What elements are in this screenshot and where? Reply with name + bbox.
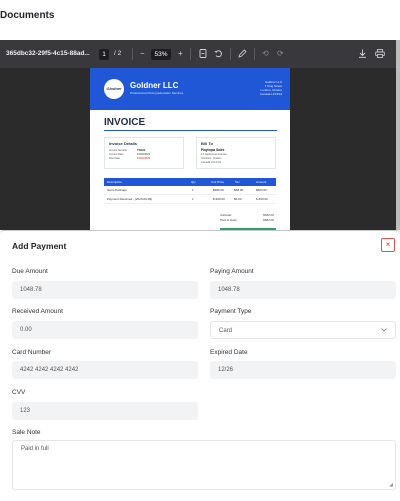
expired-date-label: Expired Date bbox=[210, 349, 248, 356]
download-icon[interactable] bbox=[358, 40, 367, 68]
page-number-input[interactable]: 1 bbox=[99, 49, 109, 60]
card-number-field[interactable]: 4242 4242 4242 4242 bbox=[12, 361, 198, 379]
table-cell: Payment Received - (2025-09-09) bbox=[107, 197, 153, 201]
sale-note-label: Sale Note bbox=[12, 429, 41, 436]
card-number-label: Card Number bbox=[12, 349, 52, 356]
toolbar-divider bbox=[254, 48, 255, 60]
bill-to-title: Bill To bbox=[201, 141, 213, 146]
column-header: Qty bbox=[191, 180, 196, 184]
table-row: Payment Received - (2025-09-09) 1 $-960.… bbox=[104, 195, 276, 204]
zoom-level[interactable]: 53% bbox=[151, 49, 171, 60]
column-header: Tax bbox=[235, 180, 240, 184]
invoice-totals: Subtotal: $580.00 Paid to Date: $580.00 bbox=[220, 213, 276, 223]
total-label: Subtotal: bbox=[220, 213, 232, 217]
chevron-down-icon bbox=[381, 322, 387, 340]
rotate-icon[interactable] bbox=[214, 40, 223, 68]
items-table-header: Description Qty Unit Price Tax Amount bbox=[104, 178, 276, 186]
column-header: Unit Price bbox=[211, 180, 225, 184]
invoice-header: Glodner Goldner LLC Professional Driving… bbox=[90, 68, 290, 110]
detail-label: Invoice Number bbox=[109, 149, 128, 152]
close-icon: × bbox=[385, 240, 391, 249]
resize-handle-icon[interactable]: ◢ bbox=[389, 482, 393, 488]
column-header: Description bbox=[107, 180, 123, 184]
zoom-in-button[interactable]: + bbox=[178, 40, 183, 68]
sale-note-text: Paid in full bbox=[21, 446, 49, 452]
paying-amount-label: Paying Amount bbox=[210, 268, 254, 275]
divider bbox=[104, 130, 277, 131]
modal-title: Add Payment bbox=[12, 241, 67, 251]
company-name: Goldner LLC bbox=[130, 81, 179, 90]
page-total: / 2 bbox=[114, 50, 122, 57]
table-cell: 1 bbox=[192, 197, 194, 201]
detail-value: 01/02/2025 bbox=[137, 157, 150, 160]
sale-note-textarea[interactable]: Paid in full ◢ bbox=[12, 440, 396, 490]
table-cell: $0.00 bbox=[234, 197, 242, 201]
table-cell: $980.00 bbox=[213, 188, 224, 192]
paying-amount-field[interactable]: 1048.78 bbox=[210, 281, 396, 299]
received-amount-field[interactable]: 0.00 bbox=[12, 321, 198, 339]
undo-icon[interactable]: ⟲ bbox=[262, 40, 269, 68]
detail-value: TSB#8 bbox=[137, 149, 146, 152]
company-address: Goldner LLC 7 King Street London, Ontari… bbox=[260, 80, 282, 96]
toolbar-divider bbox=[230, 48, 231, 60]
print-icon[interactable] bbox=[375, 40, 385, 68]
detail-value: 12/03/2024 bbox=[137, 153, 150, 156]
payment-type-label: Payment Type bbox=[210, 308, 252, 315]
due-amount-label: Due Amount bbox=[12, 268, 48, 275]
draw-icon[interactable] bbox=[238, 40, 248, 68]
table-cell: $68.00 bbox=[234, 188, 244, 192]
total-row: Paid to Date: $580.00 bbox=[220, 218, 276, 223]
toolbar-divider bbox=[132, 48, 133, 60]
column-header: Amount bbox=[256, 180, 267, 184]
total-label: Paid to Date: bbox=[220, 218, 238, 222]
invoice-details-box: Invoice Details Invoice Number TSB#8 Inv… bbox=[104, 137, 184, 169]
close-button[interactable]: × bbox=[381, 238, 395, 252]
pdf-viewer[interactable]: 365dbc32-29f5-4c15-88ad... 1 / 2 − 53% +… bbox=[0, 40, 400, 230]
due-amount-field[interactable]: 1048.78 bbox=[12, 281, 198, 299]
expired-date-field[interactable]: 12/26 bbox=[210, 361, 396, 379]
detail-label: Invoice Date bbox=[109, 153, 124, 156]
company-logo: Glodner bbox=[104, 79, 124, 99]
table-cell: Swim Package bbox=[107, 188, 127, 192]
table-cell: $600.00 bbox=[256, 188, 267, 192]
table-cell: 1 bbox=[192, 188, 194, 192]
detail-label: Due Date bbox=[109, 157, 120, 160]
payment-type-value: Card bbox=[219, 328, 233, 334]
company-tagline: Professional Driving Education Services bbox=[130, 91, 184, 95]
payment-type-select[interactable]: Card bbox=[210, 321, 396, 339]
add-payment-modal: Add Payment × Due Amount 1048.78 Paying … bbox=[0, 230, 400, 501]
fit-page-icon[interactable] bbox=[199, 40, 207, 68]
total-value: $580.00 bbox=[263, 218, 274, 222]
invoice-title: INVOICE bbox=[104, 117, 146, 128]
zoom-out-button[interactable]: − bbox=[140, 40, 145, 68]
cvv-field[interactable]: 123 bbox=[12, 402, 198, 420]
table-cell: $-600.00 bbox=[256, 197, 268, 201]
page-header: Documents bbox=[0, 0, 400, 40]
redo-icon[interactable]: ⟳ bbox=[277, 40, 284, 68]
viewer-scrollbar[interactable] bbox=[396, 40, 400, 230]
toolbar-divider bbox=[190, 48, 191, 60]
table-row: Swim Package 1 $980.00 $68.00 $600.00 bbox=[104, 186, 276, 195]
bill-to-line: 17 Applecross Avenue bbox=[201, 153, 227, 156]
bill-to-box: Bill To Playtopia Sales 17 Applecross Av… bbox=[196, 137, 276, 169]
cvv-label: CVV bbox=[12, 389, 26, 396]
page-title: Documents bbox=[0, 10, 55, 21]
pdf-toolbar: 365dbc32-29f5-4c15-88ad... 1 / 2 − 53% +… bbox=[0, 40, 400, 68]
address-line: Canada L1K3S3 bbox=[259, 92, 282, 96]
invoice-page: Glodner Goldner LLC Professional Driving… bbox=[90, 68, 290, 230]
total-value: $580.00 bbox=[263, 213, 274, 217]
file-name: 365dbc32-29f5-4c15-88ad... bbox=[6, 50, 90, 57]
bill-to-name: Playtopia Sales bbox=[201, 148, 225, 152]
bill-to-line: Canada L3S 1G1 bbox=[201, 161, 222, 164]
table-cell: $-960.00 bbox=[213, 197, 225, 201]
bill-to-line: Cornbine, Ontario bbox=[201, 157, 222, 160]
invoice-details-title: Invoice Details bbox=[109, 141, 138, 146]
received-amount-label: Received Amount bbox=[12, 308, 63, 315]
